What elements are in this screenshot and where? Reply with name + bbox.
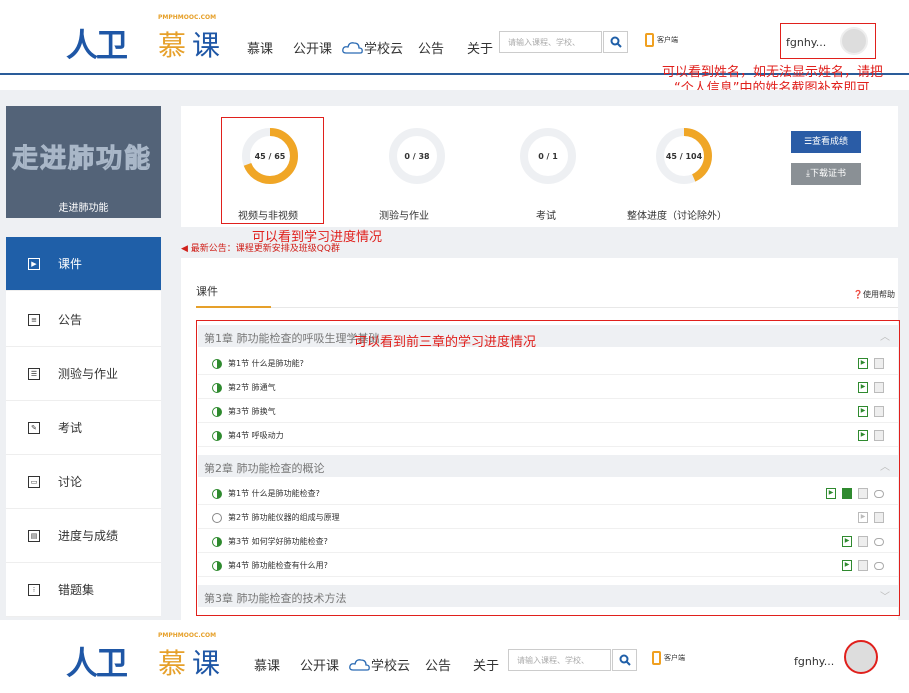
search-icon — [619, 654, 631, 666]
client-label: 客户端 — [657, 36, 678, 44]
svg-text:0 / 38: 0 / 38 — [404, 152, 430, 161]
sidebar-item-label: 课件 — [58, 257, 83, 271]
course-cover-art: 走进肺功能 — [11, 144, 153, 175]
course-name: 走进肺功能 — [58, 203, 109, 214]
footer-nav-school-cloud[interactable]: 学校云 — [349, 655, 410, 674]
footer-logo-domain: PMPHMOOC.COM — [158, 632, 217, 639]
annotation-box-chapters — [196, 320, 900, 616]
logo-domain: PMPHMOOC.COM — [158, 14, 217, 21]
tab-divider — [196, 307, 898, 308]
nav-announcement[interactable]: 公告 — [418, 38, 444, 57]
footer-logo[interactable]: PMPHMOOC.COM 人卫 慕 课 — [66, 632, 232, 682]
score-icon: ☰ — [803, 137, 813, 147]
search-icon — [610, 36, 622, 48]
sidebar-item-announcement[interactable]: ≡ 公告 — [6, 293, 161, 347]
download-cert-button[interactable]: ⤓下载证书 — [791, 163, 861, 185]
footer-client-link[interactable]: 客户端 — [652, 651, 685, 665]
nav-school-cloud[interactable]: 学校云 — [342, 38, 403, 57]
phone-icon — [652, 651, 661, 665]
help-icon: ❓ — [853, 290, 863, 299]
footer-user-name[interactable]: fgnhy... — [794, 655, 834, 668]
svg-text:0 / 1: 0 / 1 — [538, 152, 558, 161]
announcement-icon: ≡ — [28, 313, 40, 326]
discussion-icon: ▭ — [28, 475, 40, 488]
speaker-icon: ◀ — [181, 244, 188, 254]
notice-bar[interactable]: ◀ 最新公告：课程更新安排及班级QQ群 — [181, 241, 340, 254]
sidebar-item-discussion[interactable]: ▭ 讨论 — [6, 455, 161, 509]
progress-ring-label: 测验与作业 — [379, 211, 429, 222]
sidebar-item-courseware[interactable]: ▶ 课件 — [6, 237, 161, 291]
footer-avatar[interactable] — [844, 640, 878, 674]
sidebar-item-exam[interactable]: ✎ 考试 — [6, 401, 161, 455]
progress-icon: ▤ — [28, 529, 40, 542]
progress-ring: 45 / 104 — [654, 126, 714, 186]
sidebar-item-label: 考试 — [58, 421, 83, 435]
footer-nav-open-course[interactable]: 公开课 — [300, 655, 339, 674]
cloud-icon — [349, 658, 370, 671]
sidebar-item-label: 测验与作业 — [58, 367, 119, 381]
view-score-button[interactable]: ☰查看成绩 — [791, 131, 861, 153]
tab-active-indicator — [196, 306, 271, 308]
client-link[interactable]: 客户端 — [645, 33, 678, 47]
help-label: 使用帮助 — [862, 290, 895, 299]
site-logo[interactable]: PMPHMOOC.COM 人卫 慕 课 — [66, 14, 232, 64]
wrong-questions-icon: ⁝ — [28, 583, 40, 596]
footer-header: PMPHMOOC.COM 人卫 慕 课 慕课 公开课 学校云 公告 关于 请输入… — [0, 622, 909, 693]
nav-school-cloud-label: 学校云 — [364, 42, 404, 57]
footer-search-input[interactable]: 请输入课程、学校、 — [508, 649, 611, 671]
sidebar-item-label: 讨论 — [58, 475, 83, 489]
nav-open-course[interactable]: 公开课 — [293, 38, 332, 57]
sidebar-item-progress[interactable]: ▤ 进度与成绩 — [6, 509, 161, 563]
view-score-label: 查看成绩 — [812, 137, 849, 147]
annotation-box-user — [780, 23, 876, 59]
sidebar-item-label: 公告 — [58, 313, 83, 327]
logo-mooc-2: 课 — [192, 29, 221, 62]
footer-nav-mooc[interactable]: 慕课 — [254, 655, 280, 674]
nav-about[interactable]: 关于 — [467, 38, 493, 57]
footer-nav-announcement[interactable]: 公告 — [425, 655, 451, 674]
course-cover: 走进肺功能 走进肺功能 — [6, 106, 161, 218]
search-input[interactable]: 请输入课程、学校、 — [499, 31, 602, 53]
search-button[interactable] — [603, 31, 628, 53]
sidebar-item-wrong-questions[interactable]: ⁝ 错题集 — [6, 563, 161, 617]
courseware-icon: ▶ — [28, 257, 40, 270]
footer-nav-about[interactable]: 关于 — [473, 655, 499, 674]
sidebar-item-quiz[interactable]: ☰ 测验与作业 — [6, 347, 161, 401]
annotation-box-progress — [221, 117, 324, 224]
cloud-icon — [342, 41, 363, 54]
progress-ring-label: 整体进度（讨论除外） — [627, 211, 727, 222]
footer-logo-mooc-2: 课 — [192, 647, 221, 680]
footer-logo-brand: 人卫 — [66, 644, 128, 682]
phone-icon — [645, 33, 654, 47]
progress-ring-label: 考试 — [536, 211, 556, 222]
nav-mooc[interactable]: 慕课 — [247, 38, 273, 57]
tab-courseware[interactable]: 课件 — [196, 283, 218, 299]
footer-nav-school-cloud-label: 学校云 — [371, 659, 411, 674]
annotation-chapters: 可以看到前三章的学习进度情况 — [354, 335, 537, 350]
download-cert-label: 下载证书 — [809, 169, 846, 179]
logo-mooc-1: 慕 — [158, 29, 187, 62]
sidebar-item-label: 进度与成绩 — [58, 529, 119, 543]
sidebar-item-label: 错题集 — [58, 583, 95, 597]
progress-ring: 0 / 38 — [387, 126, 447, 186]
quiz-icon: ☰ — [28, 367, 40, 380]
help-link[interactable]: ❓使用帮助 — [853, 289, 895, 300]
progress-ring: 0 / 1 — [518, 126, 578, 186]
footer-logo-mooc-1: 慕 — [158, 647, 187, 680]
footer-search-button[interactable] — [612, 649, 637, 671]
svg-text:45 / 104: 45 / 104 — [666, 152, 703, 161]
logo-brand: 人卫 — [66, 26, 128, 64]
sidebar: ▶ 课件 ≡ 公告 ☰ 测验与作业 ✎ 考试 ▭ 讨论 ▤ 进度与成绩 ⁝ 错题集 — [6, 237, 161, 617]
notice-text: 最新公告：课程更新安排及班级QQ群 — [190, 244, 340, 254]
footer-client-label: 客户端 — [664, 654, 685, 662]
exam-icon: ✎ — [28, 421, 40, 434]
